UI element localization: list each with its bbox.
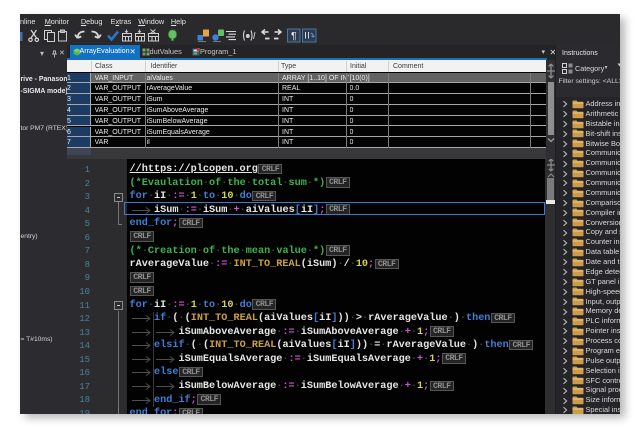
- svg-text:¶: ¶: [290, 30, 296, 42]
